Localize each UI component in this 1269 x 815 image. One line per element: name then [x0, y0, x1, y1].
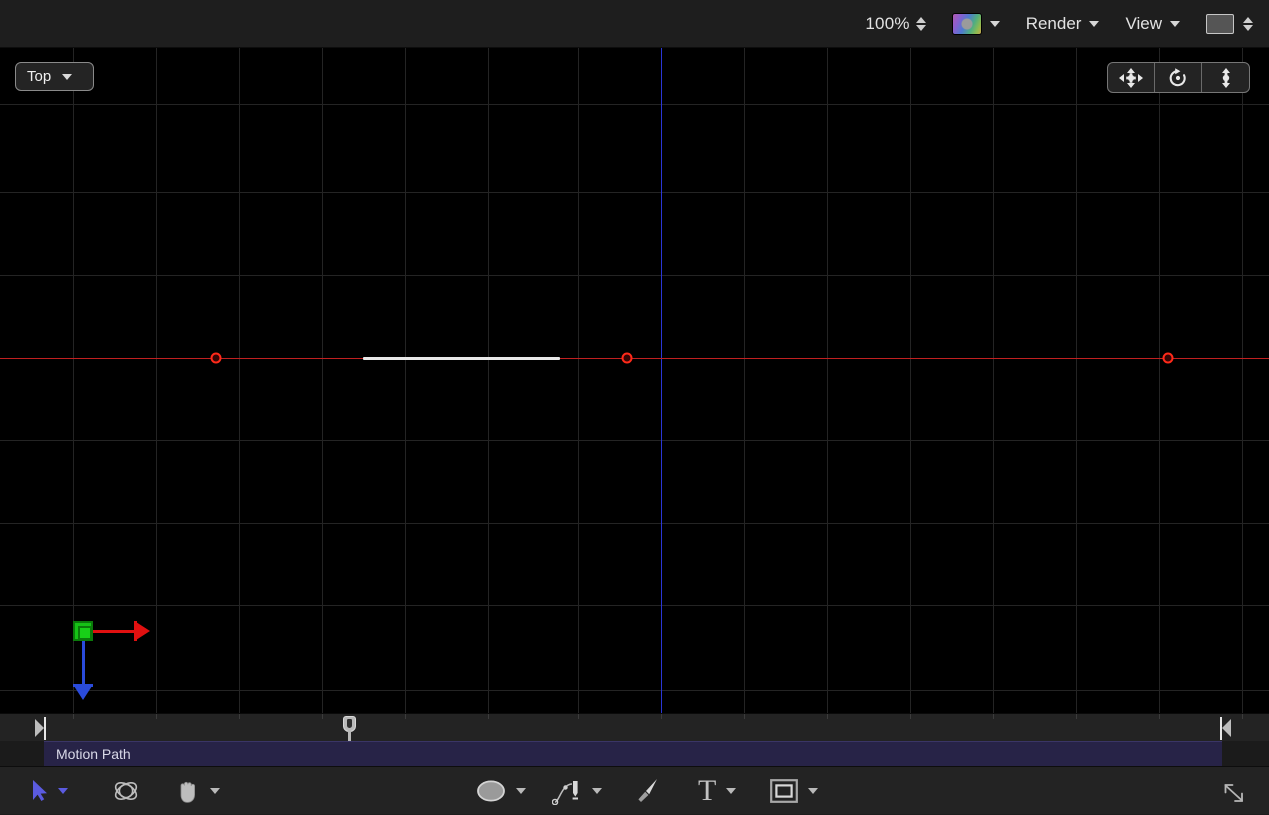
- view-menu-label: View: [1125, 14, 1162, 34]
- bezier-pen-tool[interactable]: [552, 767, 602, 815]
- paint-brush-icon[interactable]: [634, 777, 660, 805]
- timeline-track-area[interactable]: Motion Path: [0, 741, 1269, 766]
- pan-view-3d-button[interactable]: [1108, 63, 1155, 92]
- oval-shape-icon[interactable]: [476, 779, 506, 803]
- y-axis-arrow-cap: [73, 684, 93, 687]
- layout-control[interactable]: [1206, 14, 1253, 34]
- ruler-tick: [239, 714, 240, 719]
- shape-tool[interactable]: [476, 767, 526, 815]
- x-axis-arm[interactable]: [93, 630, 138, 633]
- dolly-view-3d-button[interactable]: [1202, 63, 1249, 92]
- render-menu[interactable]: Render: [1026, 14, 1100, 34]
- diagonal-resize-icon[interactable]: [1221, 781, 1247, 810]
- rectangle-mask-icon[interactable]: [770, 779, 798, 803]
- pan-hand-tool[interactable]: [176, 767, 220, 815]
- mask-tool[interactable]: [770, 767, 818, 815]
- ruler-tick: [156, 714, 157, 719]
- text-tool[interactable]: T: [698, 767, 736, 815]
- chevron-down-icon: [1170, 21, 1180, 27]
- view-menu[interactable]: View: [1125, 14, 1180, 34]
- four-way-arrows-icon: [1118, 67, 1144, 89]
- chevron-down-icon[interactable]: [516, 788, 526, 794]
- color-well-control[interactable]: [952, 13, 1000, 35]
- chevron-down-icon[interactable]: [808, 788, 818, 794]
- ruler-tick: [322, 714, 323, 719]
- view-layout-icon[interactable]: [1206, 14, 1234, 34]
- motion-path-track-label: Motion Path: [44, 746, 131, 762]
- ruler-tick: [405, 714, 406, 719]
- ruler-tick: [1242, 714, 1243, 719]
- chevron-down-icon[interactable]: [990, 21, 1000, 27]
- viewer-canvas[interactable]: Top: [0, 48, 1269, 713]
- x-axis-arrow-cap: [134, 621, 137, 641]
- orbit-view-3d-button[interactable]: [1155, 63, 1202, 92]
- orbit-3d-tool[interactable]: [112, 767, 140, 815]
- view-3d-button-group: [1107, 62, 1250, 93]
- bottom-toolbar: T: [0, 766, 1269, 814]
- stepper-updown-icon[interactable]: [1243, 17, 1253, 31]
- x-axis-arrow-icon[interactable]: [136, 622, 150, 640]
- timeline-ruler[interactable]: [0, 713, 1269, 741]
- render-menu-label: Render: [1026, 14, 1082, 34]
- transform-handle-icon[interactable]: [73, 621, 93, 641]
- ruler-tick: [910, 714, 911, 719]
- stepper-updown-icon[interactable]: [916, 17, 926, 31]
- motion-path-track[interactable]: Motion Path: [44, 741, 1222, 766]
- ruler-tick: [578, 714, 579, 719]
- up-down-arrows-icon: [1217, 67, 1235, 89]
- rotate-arrow-icon: [1167, 67, 1189, 89]
- pen-bezier-icon[interactable]: [552, 777, 582, 805]
- paint-brush-tool[interactable]: [634, 767, 660, 815]
- ruler-tick: [744, 714, 745, 719]
- color-gradient-swatch-icon[interactable]: [952, 13, 982, 35]
- arrow-cursor-icon[interactable]: [32, 779, 48, 803]
- ruler-tick: [1076, 714, 1077, 719]
- chevron-down-icon[interactable]: [210, 788, 220, 794]
- zoom-level-value: 100%: [865, 14, 909, 34]
- transform-widget[interactable]: [0, 48, 1269, 713]
- ruler-tick: [488, 714, 489, 719]
- y-axis-arm[interactable]: [82, 641, 85, 688]
- ruler-tick: [827, 714, 828, 719]
- select-tool[interactable]: [32, 767, 68, 815]
- zoom-control[interactable]: 100%: [865, 14, 925, 34]
- chevron-down-icon[interactable]: [726, 788, 736, 794]
- top-bar: 100% Render View: [0, 0, 1269, 48]
- ruler-tick: [1159, 714, 1160, 719]
- ruler-tick: [661, 714, 662, 719]
- orbit-3d-icon[interactable]: [112, 777, 140, 805]
- text-t-icon[interactable]: T: [698, 776, 716, 806]
- chevron-down-icon: [62, 74, 72, 80]
- ruler-tick: [993, 714, 994, 719]
- view-angle-selector[interactable]: Top: [15, 62, 94, 91]
- chevron-down-icon[interactable]: [592, 788, 602, 794]
- view-angle-label: Top: [27, 68, 51, 85]
- hand-icon[interactable]: [176, 778, 200, 804]
- chevron-down-icon[interactable]: [58, 788, 68, 794]
- y-axis-arrow-icon[interactable]: [74, 686, 92, 700]
- ruler-tick: [73, 714, 74, 719]
- chevron-down-icon: [1089, 21, 1099, 27]
